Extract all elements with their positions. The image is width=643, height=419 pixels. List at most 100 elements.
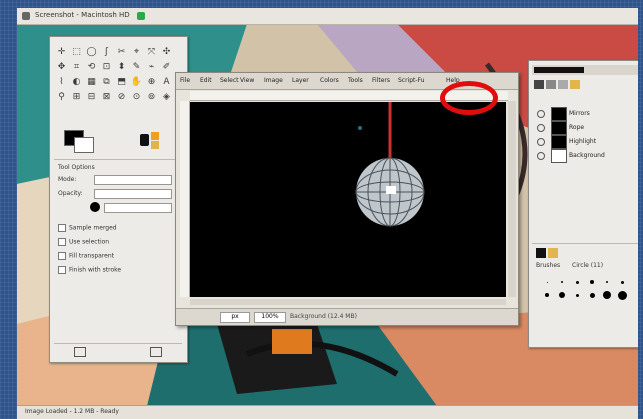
tool-button-11[interactable]: ⊡ — [100, 60, 113, 73]
tool-button-10[interactable]: ⟲ — [85, 60, 98, 73]
brush-option-9[interactable] — [585, 289, 599, 301]
menu-scriptfu[interactable]: Script-Fu — [398, 77, 425, 84]
option-checkbox-1[interactable]: Use selection — [58, 238, 109, 246]
option-checkbox-0[interactable]: Sample merged — [58, 224, 117, 232]
unit-selector[interactable]: px — [220, 312, 250, 323]
brush-option-11[interactable] — [615, 289, 629, 301]
vertical-ruler[interactable] — [180, 101, 190, 297]
vertical-scrollbar[interactable] — [508, 101, 516, 297]
tool-button-0[interactable]: ✛ — [55, 45, 68, 58]
eye-icon[interactable] — [537, 110, 545, 118]
apple-icon[interactable] — [22, 12, 30, 20]
menu-edit[interactable]: Edit — [200, 77, 212, 84]
tool-button-26[interactable]: ⊟ — [85, 90, 98, 103]
brush-option-6[interactable] — [540, 289, 554, 301]
opacity-slider[interactable] — [94, 189, 172, 199]
tool-button-6[interactable]: ⤧ — [145, 45, 158, 58]
tool-button-12[interactable]: ⬍ — [115, 60, 128, 73]
brush-option-1[interactable] — [555, 276, 569, 288]
brush-option-7[interactable] — [555, 289, 569, 301]
reset-options-icon[interactable] — [150, 347, 162, 357]
layer-row[interactable]: Background — [537, 149, 637, 163]
tool-button-22[interactable]: ⊕ — [145, 75, 158, 88]
zoom-selector[interactable]: 100% — [254, 312, 286, 323]
channels-tab-icon[interactable] — [546, 80, 556, 89]
tool-button-30[interactable]: ⊚ — [145, 90, 158, 103]
checkbox-box[interactable] — [58, 266, 66, 274]
image-canvas[interactable] — [190, 102, 506, 297]
brush-option-2[interactable] — [570, 276, 584, 288]
tool-button-16[interactable]: ⌇ — [55, 75, 68, 88]
sparkle-dot — [358, 126, 362, 130]
tool-button-18[interactable]: ▦ — [85, 75, 98, 88]
layer-size-info: Background (12.4 MB) — [290, 313, 357, 320]
tool-button-31[interactable]: ◈ — [160, 90, 173, 103]
tool-button-27[interactable]: ⊠ — [100, 90, 113, 103]
tool-button-24[interactable]: ⚲ — [55, 90, 68, 103]
toolbox-window: ✛ ⬚ ◯ ʃ ✂ ⌖ ⤧ ✣ ✥ ⌗ ⟲ ⊡ ⬍ ✎ ⌁ ✐ ⌇ ◐ ▦ ⧉ ⬒ ✋ ⊕ A ⚲ ⊞ ⊟ ⊠ ⊘ ⊙ ⊚ ◈ Tool Op… — [49, 36, 188, 363]
checkbox-box[interactable] — [58, 238, 66, 246]
tool-button-13[interactable]: ✎ — [130, 60, 143, 73]
tool-button-8[interactable]: ✥ — [55, 60, 68, 73]
screen-bottom-bar: Image Loaded - 1.2 MB - Ready — [17, 405, 638, 419]
checkbox-label: Use selection — [69, 238, 110, 246]
eye-icon[interactable] — [537, 152, 545, 160]
image-selector[interactable] — [534, 67, 584, 73]
tool-button-23[interactable]: A — [160, 75, 173, 88]
brush-dot — [545, 293, 549, 297]
tool-button-17[interactable]: ◐ — [70, 75, 83, 88]
menu-colors[interactable]: Colors — [320, 77, 339, 84]
tool-button-5[interactable]: ⌖ — [130, 45, 143, 58]
tool-button-4[interactable]: ✂ — [115, 45, 128, 58]
tool-button-20[interactable]: ⬒ — [115, 75, 128, 88]
layers-tab-icon[interactable] — [534, 80, 544, 89]
menu-select[interactable]: Select — [220, 77, 239, 84]
tool-button-29[interactable]: ⊙ — [130, 90, 143, 103]
menu-filters[interactable]: Filters — [372, 77, 390, 84]
menu-tools[interactable]: Tools — [348, 77, 363, 84]
tool-button-15[interactable]: ✐ — [160, 60, 173, 73]
checkbox-box[interactable] — [58, 252, 66, 260]
menu-file[interactable]: File — [180, 77, 190, 84]
brush-swatch-black[interactable] — [536, 248, 546, 258]
checkbox-box[interactable] — [58, 224, 66, 232]
eye-icon[interactable] — [537, 138, 545, 146]
brush-size-field[interactable] — [104, 203, 172, 213]
save-options-icon[interactable] — [74, 347, 86, 357]
tool-button-9[interactable]: ⌗ — [70, 60, 83, 73]
layer-row[interactable]: Highlight — [537, 135, 637, 149]
horizontal-scrollbar[interactable] — [190, 299, 506, 305]
brush-option-10[interactable] — [600, 289, 614, 301]
tool-button-21[interactable]: ✋ — [130, 75, 143, 88]
opacity-label: Opacity: — [58, 190, 83, 197]
tool-button-25[interactable]: ⊞ — [70, 90, 83, 103]
fg-bg-colors[interactable] — [64, 130, 94, 153]
brush-option-3[interactable] — [585, 276, 599, 288]
tool-button-7[interactable]: ✣ — [160, 45, 173, 58]
tool-button-28[interactable]: ⊘ — [115, 90, 128, 103]
brush-option-0[interactable] — [540, 276, 554, 288]
menu-image[interactable]: Image — [264, 77, 283, 84]
eye-icon[interactable] — [537, 124, 545, 132]
undo-tab-icon[interactable] — [570, 80, 580, 89]
brush-option-8[interactable] — [570, 289, 584, 301]
paths-tab-icon[interactable] — [558, 80, 568, 89]
menu-layer[interactable]: Layer — [292, 77, 309, 84]
mode-dropdown[interactable] — [94, 175, 172, 185]
layer-row[interactable]: Rope — [537, 121, 637, 135]
tool-button-2[interactable]: ◯ — [85, 45, 98, 58]
tool-button-14[interactable]: ⌁ — [145, 60, 158, 73]
background-color-swatch[interactable] — [74, 137, 94, 153]
menu-view[interactable]: View — [240, 77, 254, 84]
brush-pattern-preview[interactable] — [140, 132, 168, 152]
tool-button-3[interactable]: ʃ — [100, 45, 113, 58]
option-checkbox-2[interactable]: Fill transparent — [58, 252, 114, 260]
option-checkbox-3[interactable]: Finish with stroke — [58, 266, 121, 274]
layer-row[interactable]: Mirrors — [537, 107, 637, 121]
brush-indicator[interactable] — [90, 202, 100, 212]
tool-button-19[interactable]: ⧉ — [100, 75, 113, 88]
brush-option-4[interactable] — [600, 276, 614, 288]
brush-swatch-gold[interactable] — [548, 248, 558, 258]
brush-option-5[interactable] — [615, 276, 629, 288]
tool-button-1[interactable]: ⬚ — [70, 45, 83, 58]
